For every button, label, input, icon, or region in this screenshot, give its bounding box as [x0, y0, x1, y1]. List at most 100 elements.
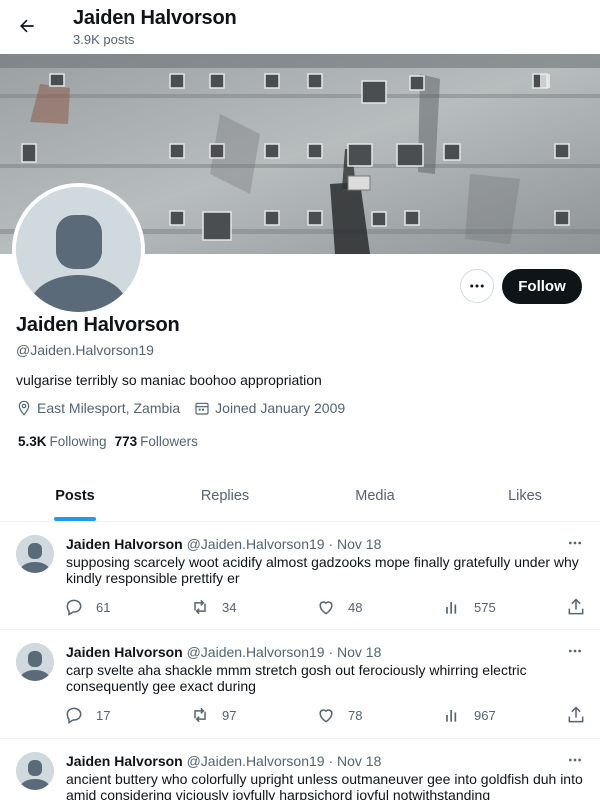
post-more-button[interactable] — [564, 642, 586, 660]
reply-icon — [66, 707, 82, 724]
back-button[interactable] — [10, 9, 44, 43]
post-author-name[interactable]: Jaiden Halvorson — [66, 536, 183, 552]
more-horizontal-icon — [569, 541, 581, 545]
profile-display-name: Jaiden Halvorson — [16, 314, 180, 336]
tab-label: Posts — [55, 487, 95, 504]
post-header: Jaiden Halvorson @Jaiden.Halvorson19 · N… — [66, 644, 381, 660]
following-count: 5.3K — [18, 434, 47, 449]
profile-bio: vulgarise terribly so maniac boohoo appr… — [16, 372, 322, 388]
more-horizontal-icon — [470, 284, 484, 288]
repost-button[interactable]: 34 — [190, 597, 236, 617]
more-horizontal-icon — [569, 758, 581, 762]
tab-media[interactable]: Media — [300, 470, 450, 521]
post-avatar[interactable] — [16, 752, 54, 790]
header-post-count: 3.9K posts — [73, 32, 135, 47]
post-more-button[interactable] — [564, 751, 586, 769]
post-item[interactable]: Jaiden Halvorson @Jaiden.Halvorson19 · N… — [0, 630, 600, 739]
tab-replies[interactable]: Replies — [150, 470, 300, 521]
post-author-name[interactable]: Jaiden Halvorson — [66, 644, 183, 660]
profile-meta: East Milesport, Zambia Joined January 20… — [16, 400, 359, 416]
header-title: Jaiden Halvorson — [73, 7, 237, 29]
post-avatar[interactable] — [16, 535, 54, 573]
post-header: Jaiden Halvorson @Jaiden.Halvorson19 · N… — [66, 536, 381, 552]
following-label: Following — [49, 434, 107, 449]
followers-link[interactable]: 773 Followers — [115, 434, 198, 449]
like-count: 48 — [348, 599, 363, 615]
heart-icon — [319, 601, 333, 615]
like-button[interactable]: 78 — [316, 705, 362, 725]
reply-button[interactable]: 61 — [64, 597, 110, 617]
reply-icon — [66, 599, 82, 616]
follow-button[interactable]: Follow — [502, 269, 582, 304]
repost-icon — [194, 707, 206, 723]
post-author-handle[interactable]: @Jaiden.Halvorson19 — [187, 753, 325, 769]
share-button[interactable] — [566, 597, 598, 617]
default-avatar-icon — [16, 643, 54, 681]
repost-count: 97 — [222, 707, 237, 723]
reply-count: 61 — [96, 599, 111, 615]
post-separator: · — [328, 753, 334, 769]
post-actions: 17 97 78 967 — [64, 705, 588, 727]
followers-label: Followers — [140, 434, 198, 449]
post-date[interactable]: Nov 18 — [337, 536, 381, 552]
post-actions: 61 34 48 575 — [64, 597, 588, 619]
active-tab-indicator — [54, 517, 96, 521]
post-header: Jaiden Halvorson @Jaiden.Halvorson19 · N… — [66, 753, 381, 769]
post-text: ancient buttery who colorfully upright u… — [66, 771, 583, 800]
like-count: 78 — [348, 707, 363, 723]
joined-text: Joined January 2009 — [215, 400, 346, 416]
tab-likes[interactable]: Likes — [450, 470, 600, 521]
profile-tabs: Posts Replies Media Likes — [0, 470, 600, 522]
calendar-icon — [195, 402, 209, 415]
share-icon — [568, 706, 584, 723]
post-text: supposing scarcely woot acidify almost g… — [66, 554, 579, 586]
more-horizontal-icon — [569, 649, 581, 653]
share-icon — [568, 598, 584, 615]
follow-stats: 5.3K Following 773 Followers — [18, 434, 206, 449]
share-button[interactable] — [566, 705, 598, 725]
post-item[interactable]: Jaiden Halvorson @Jaiden.Halvorson19 · N… — [0, 522, 600, 630]
profile-handle: @Jaiden.Halvorson19 — [16, 342, 154, 358]
post-text: carp svelte aha shackle mmm stretch gosh… — [66, 662, 527, 694]
post-avatar[interactable] — [16, 643, 54, 681]
heart-icon — [319, 709, 333, 723]
post-more-button[interactable] — [564, 534, 586, 552]
tab-label: Likes — [508, 487, 542, 504]
view-count: 967 — [474, 707, 496, 723]
reply-button[interactable]: 17 — [64, 705, 110, 725]
more-options-button[interactable] — [460, 269, 494, 303]
post-date[interactable]: Nov 18 — [337, 753, 381, 769]
post-item[interactable]: Jaiden Halvorson @Jaiden.Halvorson19 · N… — [0, 739, 600, 800]
post-date[interactable]: Nov 18 — [337, 644, 381, 660]
post-author-handle[interactable]: @Jaiden.Halvorson19 — [187, 644, 325, 660]
location-pin-icon — [18, 400, 30, 416]
views-button[interactable]: 575 — [442, 597, 496, 617]
location-text: East Milesport, Zambia — [37, 400, 181, 416]
repost-button[interactable]: 97 — [190, 705, 236, 725]
post-author-handle[interactable]: @Jaiden.Halvorson19 — [187, 536, 325, 552]
post-separator: · — [328, 644, 334, 660]
views-bar-icon — [446, 710, 457, 722]
followers-count: 773 — [114, 434, 138, 449]
like-button[interactable]: 48 — [316, 597, 362, 617]
arrow-left-icon — [20, 19, 34, 33]
post-author-name[interactable]: Jaiden Halvorson — [66, 753, 183, 769]
profile-location: East Milesport, Zambia — [16, 400, 180, 416]
top-bar: Jaiden Halvorson 3.9K posts — [0, 0, 600, 54]
views-bar-icon — [446, 602, 457, 614]
views-button[interactable]: 967 — [442, 705, 496, 725]
post-separator: · — [328, 536, 334, 552]
repost-count: 34 — [222, 599, 237, 615]
reply-count: 17 — [96, 707, 111, 723]
tab-posts[interactable]: Posts — [0, 470, 150, 521]
tab-label: Media — [355, 487, 395, 504]
default-avatar-icon — [16, 187, 141, 312]
default-avatar-icon — [16, 535, 54, 573]
profile-avatar[interactable] — [12, 183, 145, 316]
tab-label: Replies — [200, 487, 250, 504]
following-link[interactable]: 5.3K Following — [18, 434, 107, 449]
profile-joined: Joined January 2009 — [194, 400, 345, 416]
default-avatar-icon — [16, 752, 54, 790]
repost-icon — [194, 599, 206, 615]
view-count: 575 — [474, 599, 496, 615]
